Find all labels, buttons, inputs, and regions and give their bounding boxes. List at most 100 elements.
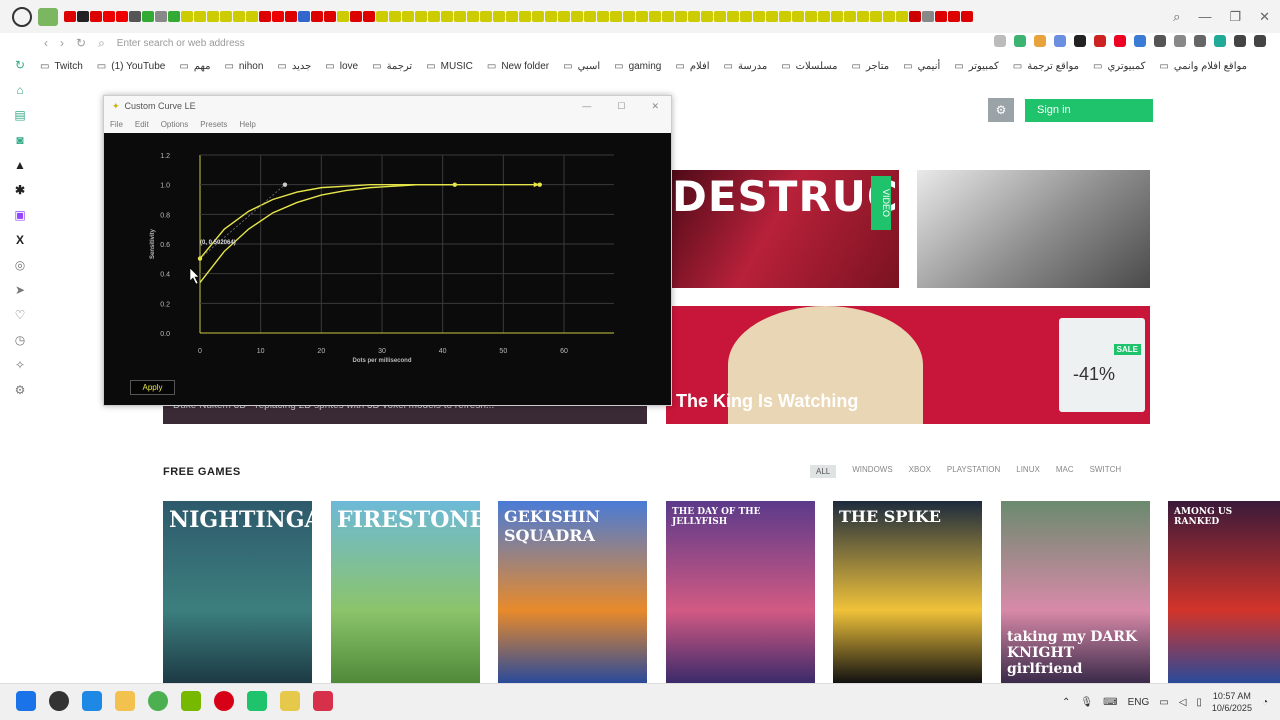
app-icon[interactable] xyxy=(247,691,267,711)
extension-icon[interactable] xyxy=(1114,35,1126,47)
tab-favicon-icon[interactable] xyxy=(831,11,843,22)
featured-card-king[interactable]: The King Is Watching SALE -41% xyxy=(666,306,1150,424)
tab-favicon-icon[interactable] xyxy=(649,11,661,22)
menu-options[interactable]: Options xyxy=(161,120,189,129)
game-card[interactable]: GEKISHIN SQUADRA xyxy=(498,501,647,683)
app-icon[interactable] xyxy=(49,691,69,711)
snapshot-icon[interactable] xyxy=(994,35,1006,47)
tab-favicon-icon[interactable] xyxy=(909,11,921,22)
reload-icon[interactable]: ↻ xyxy=(76,36,86,51)
featured-card-destruction[interactable]: DESTRUCTIO VIDEO xyxy=(670,170,899,288)
back-icon[interactable]: ‹ xyxy=(44,36,48,51)
sidebar-settings-icon[interactable]: ⚙ xyxy=(15,378,26,403)
tab-favicon-icon[interactable] xyxy=(727,11,739,22)
tab-favicon-icon[interactable] xyxy=(571,11,583,22)
menu-help[interactable]: Help xyxy=(239,120,255,129)
search-tabs-icon[interactable]: ⌕ xyxy=(1173,9,1180,25)
bookmark-item[interactable]: متاجر xyxy=(852,61,889,72)
language-indicator[interactable]: ENG xyxy=(1128,697,1150,708)
opera-icon[interactable] xyxy=(214,691,234,711)
tab-favicon-icon[interactable] xyxy=(116,11,128,22)
tab-favicon-icon[interactable] xyxy=(558,11,570,22)
tab-favicon-icon[interactable] xyxy=(324,11,336,22)
close-icon[interactable]: ✕ xyxy=(651,101,659,112)
tab-favicon-icon[interactable] xyxy=(155,11,167,22)
tab-favicon-icon[interactable] xyxy=(740,11,752,22)
tab-favicon-icon[interactable] xyxy=(441,11,453,22)
tab-favicon-icon[interactable] xyxy=(844,11,856,22)
tab-favicon-icon[interactable] xyxy=(883,11,895,22)
sidebar-messenger-icon[interactable]: ◙ xyxy=(16,128,23,153)
tab-favicon-icon[interactable] xyxy=(454,11,466,22)
tab-favicon-icon[interactable] xyxy=(298,11,310,22)
bookmark-item[interactable]: مهم xyxy=(179,61,211,72)
sign-in-button[interactable]: Sign in xyxy=(1025,99,1153,122)
bookmark-item[interactable]: مواقع افلام وانمي xyxy=(1159,61,1247,72)
sidebar-x-icon[interactable]: X xyxy=(16,228,24,253)
sidebar-player-icon[interactable]: ◎ xyxy=(15,253,25,278)
chrome-icon[interactable] xyxy=(148,691,168,711)
tab-favicon-icon[interactable] xyxy=(935,11,947,22)
workspace-icon[interactable] xyxy=(38,7,58,26)
tab-favicon-icon[interactable] xyxy=(285,11,297,22)
tab-favicon-icon[interactable] xyxy=(389,11,401,22)
tab-favicon-icon[interactable] xyxy=(142,11,154,22)
bookmark-item[interactable]: gaming xyxy=(614,61,662,72)
tab-favicon-icon[interactable] xyxy=(779,11,791,22)
bookmark-item[interactable]: أنيمي xyxy=(903,61,941,72)
tab-favicon-icon[interactable] xyxy=(181,11,193,22)
menu-icon[interactable] xyxy=(1254,35,1266,47)
tab-favicon-icon[interactable] xyxy=(792,11,804,22)
tab-favicon-icon[interactable] xyxy=(714,11,726,22)
clock[interactable]: 10:57 AM 10/6/2025 xyxy=(1212,690,1252,714)
extension-icon[interactable] xyxy=(1134,35,1146,47)
settings-gear-button[interactable]: ⚙ xyxy=(988,98,1014,122)
volume-icon[interactable]: ◁ xyxy=(1179,697,1187,708)
sidebar-refresh-icon[interactable]: ↻ xyxy=(15,53,25,78)
bookmark-item[interactable]: (1) YouTube xyxy=(97,61,165,72)
extension-icon[interactable] xyxy=(1154,35,1166,47)
bookmark-item[interactable]: كمبيوتري xyxy=(1093,61,1145,72)
filter-playstation[interactable]: PLAYSTATION xyxy=(947,465,1000,478)
tab-favicon-icon[interactable] xyxy=(337,11,349,22)
game-card[interactable]: FIRESTONE xyxy=(331,501,480,683)
tab-favicon-icon[interactable] xyxy=(363,11,375,22)
game-card[interactable]: THE DAY OF THE JELLYFISH xyxy=(666,501,815,683)
bookmark-item[interactable]: New folder xyxy=(487,61,549,72)
network-icon[interactable]: ▭ xyxy=(1159,697,1168,708)
tab-favicon-icon[interactable] xyxy=(272,11,284,22)
tab-favicon-icon[interactable] xyxy=(90,11,102,22)
battery-icon[interactable]: ▯ xyxy=(1196,697,1202,708)
bookmark-item[interactable]: افلام xyxy=(675,61,710,72)
tab-favicon-icon[interactable] xyxy=(597,11,609,22)
filter-mac[interactable]: MAC xyxy=(1056,465,1074,478)
tab-favicon-icon[interactable] xyxy=(220,11,232,22)
menu-presets[interactable]: Presets xyxy=(200,120,227,129)
bookmark-item[interactable]: جديد xyxy=(277,61,311,72)
menu-edit[interactable]: Edit xyxy=(135,120,149,129)
tab-favicon-icon[interactable] xyxy=(662,11,674,22)
sidebar-app-icon[interactable]: ▲ xyxy=(14,153,26,178)
tab-favicon-icon[interactable] xyxy=(857,11,869,22)
start-icon[interactable] xyxy=(16,691,36,711)
tab-favicon-icon[interactable] xyxy=(545,11,557,22)
bookmark-item[interactable]: MUSIC xyxy=(426,61,473,72)
sidebar-extensions-icon[interactable]: ✧ xyxy=(15,353,25,378)
tab-favicon-icon[interactable] xyxy=(818,11,830,22)
tab-favicon-icon[interactable] xyxy=(623,11,635,22)
tab-favicon-icon[interactable] xyxy=(805,11,817,22)
tab-favicon-icon[interactable] xyxy=(896,11,908,22)
tab-favicon-icon[interactable] xyxy=(519,11,531,22)
filter-all[interactable]: ALL xyxy=(810,465,837,478)
sidebar-send-icon[interactable]: ➤ xyxy=(15,278,25,303)
tab-favicon-icon[interactable] xyxy=(948,11,960,22)
sidebar-heart-icon[interactable]: ♡ xyxy=(15,303,26,328)
game-card[interactable]: NIGHTINGALE xyxy=(163,501,312,683)
bookmark-item[interactable]: love xyxy=(325,61,358,72)
custom-curve-icon[interactable] xyxy=(280,691,300,711)
curve-chart[interactable]: 0 10 20 30 40 50 60 0.0 0.2 0.4 0.6 0.8 1.0 1.2 Dots p… xyxy=(104,133,671,405)
mic-icon[interactable]: 🎙 xyxy=(1080,697,1093,708)
bookmark-item[interactable]: مسلسلات xyxy=(781,61,838,72)
profile-icon[interactable] xyxy=(1214,35,1226,47)
tab-favicon-icon[interactable] xyxy=(415,11,427,22)
